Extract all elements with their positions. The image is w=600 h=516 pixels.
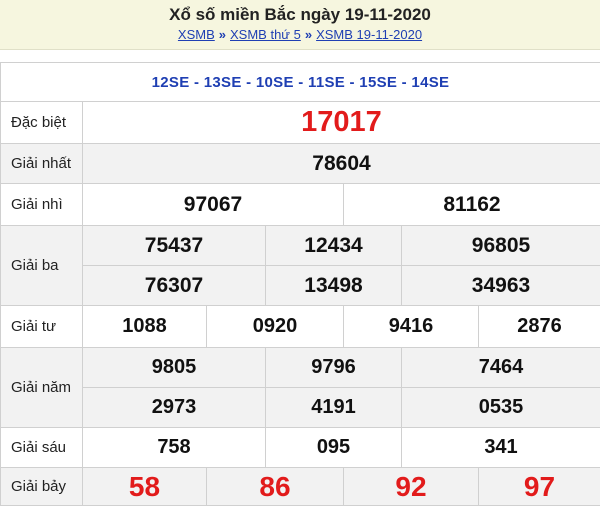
prize-label-second: Giải nhì <box>0 183 83 226</box>
prize-row-special: Đặc biệt 17017 <box>0 101 600 144</box>
first-prize-number: 78604 <box>82 143 600 184</box>
codes-row: 12SE - 13SE - 10SE - 11SE - 15SE - 14SE <box>0 62 600 102</box>
seventh-prize-number: 97 <box>478 467 600 506</box>
draw-codes: 12SE - 13SE - 10SE - 11SE - 15SE - 14SE <box>0 62 600 102</box>
prize-row-seventh: Giải bảy 58 86 92 97 <box>0 467 600 506</box>
breadcrumb-link-xsmb[interactable]: XSMB <box>178 27 215 42</box>
prize-row-fourth: Giải tư 1088 0920 9416 2876 <box>0 305 600 348</box>
special-prize-number: 17017 <box>82 101 600 144</box>
fourth-prize-number: 9416 <box>343 305 479 348</box>
seventh-prize-number: 92 <box>343 467 479 506</box>
third-prize-number: 96805 <box>401 225 600 266</box>
prize-label-special: Đặc biệt <box>0 101 83 144</box>
fifth-prize-number: 7464 <box>401 347 600 388</box>
prize-label-fourth: Giải tư <box>0 305 83 348</box>
fourth-prize-number: 2876 <box>478 305 600 348</box>
fifth-prize-number: 4191 <box>265 387 402 428</box>
prize-label-seventh: Giải bảy <box>0 467 83 506</box>
third-prize-number: 34963 <box>401 265 600 306</box>
seventh-prize-number: 86 <box>206 467 344 506</box>
prize-row-first: Giải nhất 78604 <box>0 143 600 184</box>
results-table: 12SE - 13SE - 10SE - 11SE - 15SE - 14SE … <box>0 62 600 506</box>
prize-row-second: Giải nhì 97067 81162 <box>0 183 600 226</box>
sixth-prize-number: 095 <box>265 427 402 468</box>
prize-label-fifth: Giải năm <box>0 347 83 428</box>
sixth-prize-number: 758 <box>82 427 266 468</box>
breadcrumb-link-xsmb-thu-5[interactable]: XSMB thứ 5 <box>230 27 301 42</box>
fourth-prize-number: 1088 <box>82 305 207 348</box>
breadcrumb-separator: » <box>304 27 313 42</box>
second-prize-number: 81162 <box>343 183 600 226</box>
prize-row-sixth: Giải sáu 758 095 341 <box>0 427 600 468</box>
fifth-prize-number: 0535 <box>401 387 600 428</box>
fifth-prize-number: 9796 <box>265 347 402 388</box>
third-prize-number: 12434 <box>265 225 402 266</box>
page-header: Xổ số miền Bắc ngày 19-11-2020 XSMB» XSMB… <box>0 0 600 50</box>
sixth-prize-number: 341 <box>401 427 600 468</box>
page-title: Xổ số miền Bắc ngày 19-11-2020 <box>169 5 431 24</box>
breadcrumb-separator: » <box>218 27 226 42</box>
third-prize-number: 76307 <box>82 265 266 306</box>
prize-label-first: Giải nhất <box>0 143 83 184</box>
prize-row-fifth: Giải năm 9805 9796 7464 <box>0 347 600 428</box>
fifth-prize-number: 2973 <box>82 387 266 428</box>
prize-label-third: Giải ba <box>0 225 83 306</box>
prize-row-third: Giải ba 75437 12434 96805 <box>0 225 600 306</box>
prize-row-third: 76307 13498 34963 <box>0 265 600 306</box>
prize-label-sixth: Giải sáu <box>0 427 83 468</box>
fifth-prize-number: 9805 <box>82 347 266 388</box>
seventh-prize-number: 58 <box>82 467 207 506</box>
third-prize-number: 13498 <box>265 265 402 306</box>
prize-row-fifth: 2973 4191 0535 <box>0 387 600 428</box>
breadcrumb-link-xsmb-date[interactable]: XSMB 19-11-2020 <box>316 27 422 42</box>
third-prize-number: 75437 <box>82 225 266 266</box>
breadcrumb: XSMB» XSMB thứ 5» XSMB 19-11-2020 <box>0 26 600 44</box>
fourth-prize-number: 0920 <box>206 305 344 348</box>
second-prize-number: 97067 <box>82 183 344 226</box>
